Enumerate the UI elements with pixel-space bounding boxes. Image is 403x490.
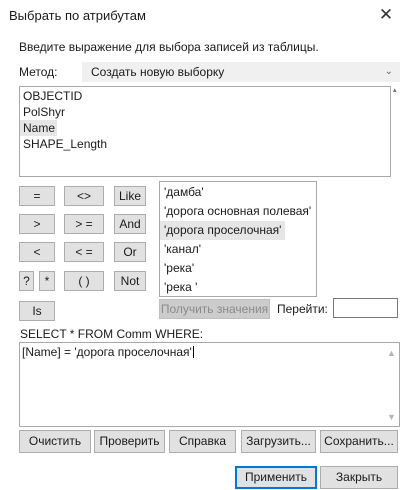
goto-input[interactable] [333, 298, 398, 318]
operator-parentheses-button[interactable]: ( ) [64, 271, 104, 291]
field-list[interactable]: OBJECTID PolShyr Name SHAPE_Length [19, 86, 391, 177]
instructions-text: Введите выражение для выбора записей из … [19, 40, 319, 54]
operator-greater-equal-button[interactable]: > = [64, 214, 104, 234]
scrollbar-arrow-icon[interactable]: ▴ [393, 86, 400, 94]
chevron-down-icon: ⌄ [384, 66, 393, 77]
value-item[interactable]: 'дорога основная полевая' [160, 202, 316, 221]
field-item-name[interactable]: Name [20, 120, 58, 136]
help-button[interactable]: Справка [169, 430, 236, 453]
values-list[interactable]: 'дамба' 'дорога основная полевая' 'дорог… [159, 181, 317, 297]
close-button[interactable]: Закрыть [320, 466, 398, 489]
field-item-polshyr[interactable]: PolShyr [20, 104, 390, 120]
operator-equals-button[interactable]: = [19, 186, 55, 206]
field-item-shape-length[interactable]: SHAPE_Length [20, 136, 390, 152]
method-label: Метод: [19, 65, 58, 79]
verify-button[interactable]: Проверить [94, 430, 165, 453]
sql-query-label: SELECT * FROM Comm WHERE: [20, 327, 204, 341]
operator-less-button[interactable]: < [19, 242, 55, 262]
goto-label: Перейти: [277, 302, 328, 316]
operator-like-button[interactable]: Like [114, 186, 146, 206]
operator-not-equal-button[interactable]: <> [64, 186, 104, 206]
value-item[interactable]: 'река' [160, 259, 316, 278]
operator-less-equal-button[interactable]: < = [64, 242, 104, 262]
operator-greater-button[interactable]: > [19, 214, 55, 234]
load-button[interactable]: Загрузить... [241, 430, 316, 453]
value-item-selected[interactable]: 'дорога проселочная' [160, 221, 286, 240]
operator-is-button[interactable]: Is [19, 301, 55, 321]
close-icon[interactable]: ✕ [375, 4, 397, 26]
clear-button[interactable]: Очистить [19, 430, 91, 453]
value-item[interactable]: 'река ' [160, 278, 316, 297]
value-item[interactable]: 'дамба' [160, 183, 316, 202]
apply-button[interactable]: Применить [235, 466, 317, 489]
field-item-objectid[interactable]: OBJECTID [20, 88, 390, 104]
dialog-title: Выбрать по атрибутам [9, 8, 146, 23]
expression-text: [Name] = 'дорога проселочная' [22, 345, 194, 359]
method-select[interactable]: Создать новую выборку ⌄ [82, 62, 400, 82]
operator-not-button[interactable]: Not [114, 271, 146, 291]
text-caret [192, 346, 194, 358]
method-select-value: Создать новую выборку [91, 65, 225, 79]
save-button[interactable]: Сохранить... [320, 430, 398, 453]
wildcard-question-button[interactable]: ? [19, 271, 34, 291]
operator-and-button[interactable]: And [114, 214, 146, 234]
value-item[interactable]: 'канал' [160, 240, 316, 259]
scroll-up-icon[interactable]: ▲ [387, 348, 396, 358]
scroll-down-icon[interactable]: ▼ [387, 412, 396, 422]
wildcard-star-button[interactable]: * [39, 271, 55, 291]
get-values-button[interactable]: Получить значения [159, 299, 270, 319]
operator-or-button[interactable]: Or [114, 242, 146, 262]
